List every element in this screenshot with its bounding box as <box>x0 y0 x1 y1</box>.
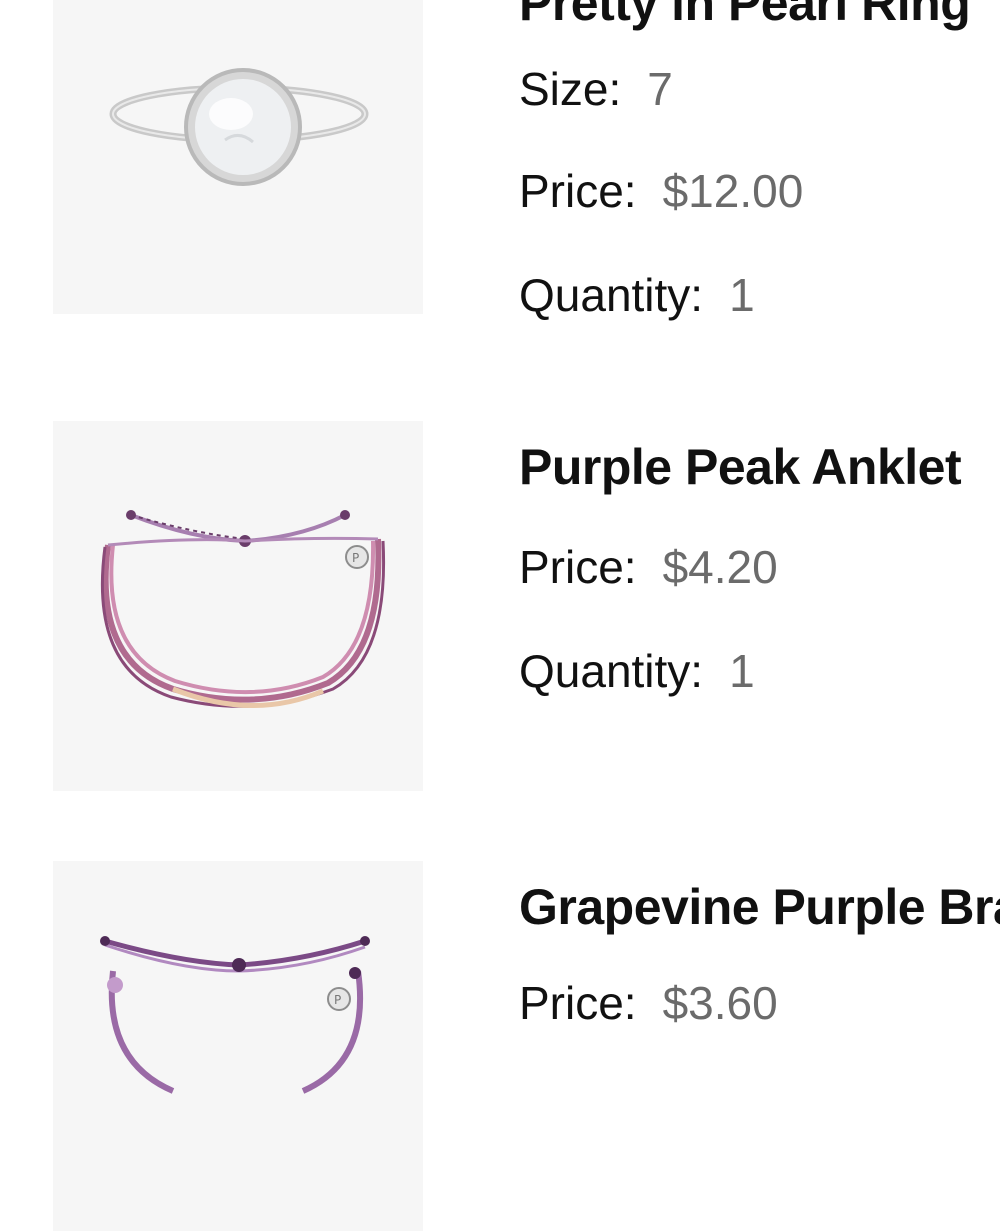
quantity-row: Quantity: 1 <box>519 272 755 318</box>
price-value: $12.00 <box>662 165 804 217</box>
price-label: Price: <box>519 165 637 217</box>
size-row: Size: 7 <box>519 66 673 112</box>
quantity-value: 1 <box>729 269 755 321</box>
product-thumbnail[interactable]: P <box>53 861 423 1231</box>
pearl-ring-image <box>109 68 369 186</box>
quantity-value: 1 <box>729 645 755 697</box>
price-value: $3.60 <box>662 977 778 1029</box>
grapevine-bracelet-image: P <box>100 936 370 1094</box>
price-row: Price: $12.00 <box>519 168 803 214</box>
quantity-label: Quantity: <box>519 269 704 321</box>
price-value: $4.20 <box>662 541 778 593</box>
price-label: Price: <box>519 541 637 593</box>
product-title[interactable]: Grapevine Purple Brac <box>519 882 1000 932</box>
product-thumbnail[interactable] <box>53 0 423 314</box>
price-label: Price: <box>519 977 637 1029</box>
product-title[interactable]: Pretty in Pearl Ring <box>519 0 971 28</box>
purple-anklet-image: P <box>100 510 386 708</box>
product-thumbnail[interactable]: P <box>53 421 423 791</box>
price-row: Price: $3.60 <box>519 980 778 1026</box>
quantity-label: Quantity: <box>519 645 704 697</box>
product-title[interactable]: Purple Peak Anklet <box>519 442 962 492</box>
svg-text:P: P <box>352 551 359 565</box>
svg-text:P: P <box>334 993 341 1007</box>
quantity-row: Quantity: 1 <box>519 648 755 694</box>
size-value: 7 <box>647 63 673 115</box>
size-label: Size: <box>519 63 622 115</box>
price-row: Price: $4.20 <box>519 544 778 590</box>
